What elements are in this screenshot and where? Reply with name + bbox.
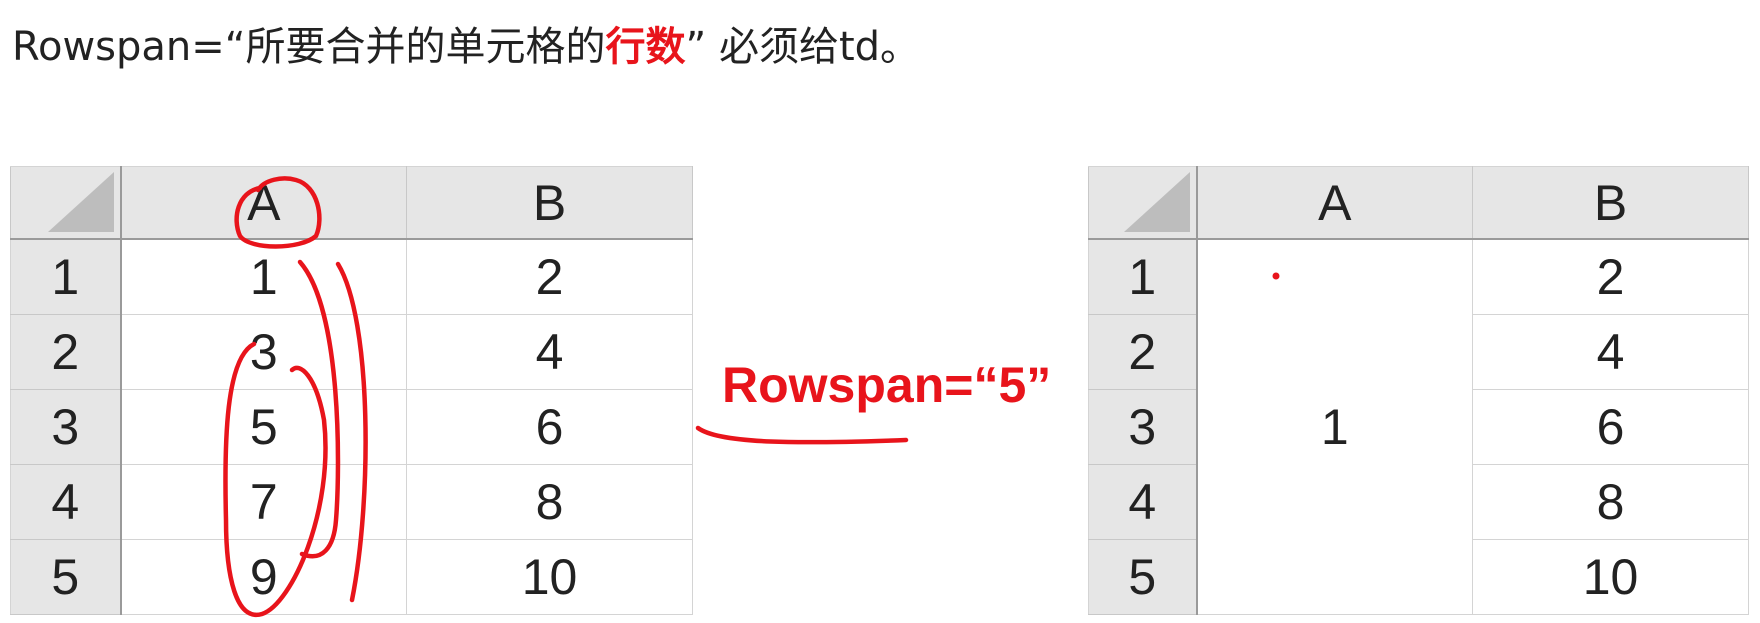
row-header[interactable]: 4 <box>1088 464 1198 540</box>
row-header[interactable]: 1 <box>10 238 122 315</box>
table-row: 2 3 4 <box>10 314 693 390</box>
cell-b[interactable]: 10 <box>406 539 693 615</box>
column-header-b[interactable]: B <box>406 166 693 240</box>
row-header[interactable]: 2 <box>1088 314 1198 390</box>
cell-b[interactable]: 2 <box>406 238 693 315</box>
row-header[interactable]: 1 <box>1088 238 1198 315</box>
merged-cell-a[interactable]: 1 <box>1196 238 1473 615</box>
row-header[interactable]: 3 <box>1088 389 1198 465</box>
cell-b[interactable]: 2 <box>1472 238 1749 315</box>
cell-b[interactable]: 6 <box>1472 389 1749 465</box>
column-header-a[interactable]: A <box>1196 166 1473 240</box>
table-row: 4 7 8 <box>10 464 693 540</box>
cell-a[interactable]: 1 <box>120 238 407 315</box>
title-suffix: ” 必须给td。 <box>685 24 921 70</box>
cell-a[interactable]: 5 <box>120 389 407 465</box>
row-header[interactable]: 5 <box>10 539 122 615</box>
cell-b[interactable]: 10 <box>1472 539 1749 615</box>
page-title: Rowspan=“所要合并的单元格的行数” 必须给td。 <box>12 18 920 76</box>
rowspan-underline-stroke <box>695 425 909 445</box>
column-header-a[interactable]: A <box>120 166 407 240</box>
cell-b[interactable]: 8 <box>1472 464 1749 540</box>
select-all-triangle-icon <box>1123 172 1190 232</box>
select-all-corner[interactable] <box>10 166 122 240</box>
row-header[interactable]: 3 <box>10 389 122 465</box>
cell-a[interactable]: 3 <box>120 314 407 390</box>
left-spreadsheet-table: A B 1 1 2 2 3 4 3 5 6 4 7 8 5 9 10 <box>10 166 693 615</box>
cell-a[interactable]: 7 <box>120 464 407 540</box>
table-row: 1 1 2 <box>10 238 693 315</box>
row-header[interactable]: 2 <box>10 314 122 390</box>
cell-a[interactable]: 9 <box>120 539 407 615</box>
cell-b[interactable]: 8 <box>406 464 693 540</box>
table-row: 5 9 10 <box>10 539 693 615</box>
row-header[interactable]: 4 <box>10 464 122 540</box>
select-all-triangle-icon <box>47 172 114 232</box>
column-header-b[interactable]: B <box>1472 166 1749 240</box>
title-prefix: Rowspan=“所要合并的单元格的 <box>12 24 606 70</box>
cell-b[interactable]: 4 <box>1472 314 1749 390</box>
right-spreadsheet-table: A B 1 1 2 2 4 3 6 4 8 5 10 <box>1088 166 1749 615</box>
title-emphasis: 行数 <box>605 24 686 70</box>
cell-b[interactable]: 4 <box>406 314 693 390</box>
select-all-corner[interactable] <box>1088 166 1198 240</box>
row-header[interactable]: 5 <box>1088 539 1198 615</box>
table-row: 3 5 6 <box>10 389 693 465</box>
rowspan-annotation-label: Rowspan=“5” <box>722 357 1052 413</box>
cell-b[interactable]: 6 <box>406 389 693 465</box>
table-row: 1 1 2 <box>1088 238 1749 615</box>
